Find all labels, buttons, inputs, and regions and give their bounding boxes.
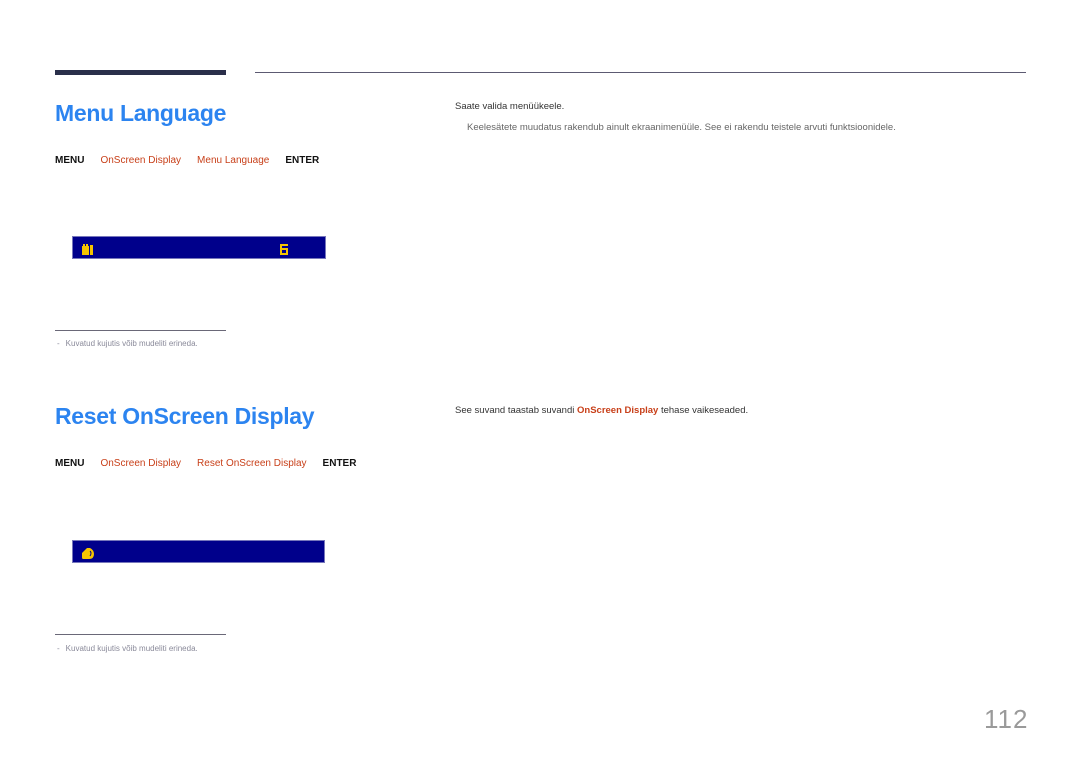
footnote-bullet: -	[57, 644, 60, 653]
path-reset-onscreen-display: Reset OnScreen Display	[197, 458, 307, 469]
footnote-text: Kuvatud kujutis võib mudeliti erineda.	[65, 644, 198, 653]
section-title-reset-osd: Reset OnScreen Display	[55, 403, 315, 429]
header-rule	[255, 72, 1026, 73]
menu-language-glyph-icon	[82, 242, 94, 260]
path-enter: ENTER	[285, 155, 320, 166]
path-menu: MENU	[55, 458, 85, 469]
path-onscreen-display: OnScreen Display	[100, 155, 182, 166]
description-reset-osd: See suvand taastab suvandi OnScreen Disp…	[455, 405, 748, 416]
menu-path-menu-language: MENU OnScreen Display Menu Language ENTE…	[55, 155, 335, 166]
description-highlight: OnScreen Display	[577, 405, 659, 416]
section-title-menu-language: Menu Language	[55, 100, 227, 126]
note-menu-language: Keelesätete muudatus rakendub ainult ekr…	[467, 122, 896, 133]
value-glyph-icon	[280, 242, 288, 260]
footnote-divider	[55, 634, 226, 635]
page-number: 112	[984, 704, 1029, 734]
footnote-bullet: -	[57, 339, 60, 348]
osd-screen-menu-language	[72, 236, 326, 259]
path-menu: MENU	[55, 155, 85, 166]
path-onscreen-display: OnScreen Display	[100, 458, 182, 469]
footnote-reset-osd: - Kuvatud kujutis võib mudeliti erineda.	[57, 644, 198, 653]
footnote-menu-language: - Kuvatud kujutis võib mudeliti erineda.	[57, 339, 198, 348]
description-text-before: See suvand taastab suvandi	[455, 405, 578, 416]
path-enter: ENTER	[322, 458, 357, 469]
header-accent-bar	[55, 70, 226, 75]
osd-screen-reset-osd	[72, 540, 325, 563]
footnote-text: Kuvatud kujutis võib mudeliti erineda.	[65, 339, 198, 348]
menu-path-reset-osd: MENU OnScreen Display Reset OnScreen Dis…	[55, 458, 372, 469]
reset-glyph-icon	[82, 546, 94, 564]
path-menu-language: Menu Language	[197, 155, 270, 166]
footnote-divider	[55, 330, 226, 331]
description-menu-language: Saate valida menüükeele.	[455, 101, 565, 112]
description-text-after: tehase vaikeseaded.	[658, 405, 749, 416]
